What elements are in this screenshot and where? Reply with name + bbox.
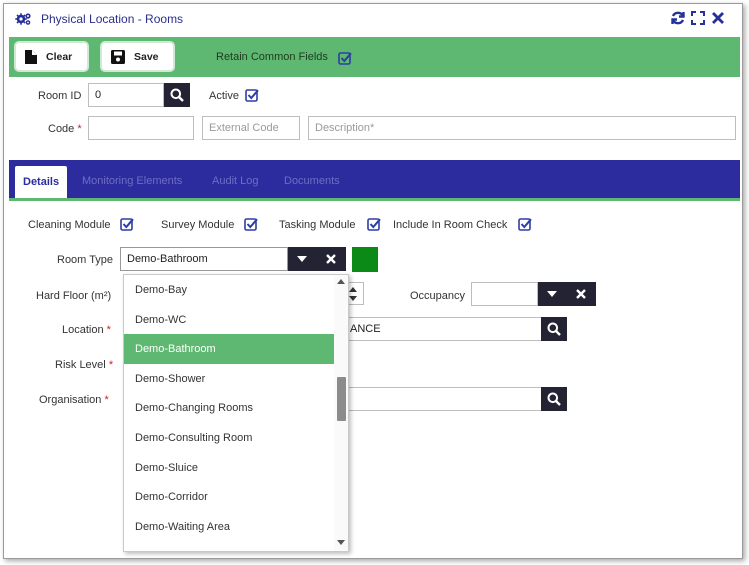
tab-underline: [9, 198, 740, 201]
tasking-module-label: Tasking Module: [279, 219, 356, 231]
scroll-up-arrow-icon: [337, 279, 345, 284]
dropdown-scrollbar-thumb[interactable]: [337, 377, 346, 421]
room-type-label: Room Type: [57, 254, 114, 266]
caret-down-icon[interactable]: [297, 256, 307, 262]
scroll-down-arrow-icon: [337, 540, 345, 545]
clear-label: Clear: [46, 51, 73, 63]
include-room-check-label: Include In Room Check: [393, 219, 508, 231]
organisation-input[interactable]: [344, 387, 542, 411]
external-code-input[interactable]: External Code: [202, 116, 300, 140]
occupancy-controls: [538, 282, 596, 306]
hard-floor-label: Hard Floor (m²): [36, 290, 112, 302]
retain-common-fields-checkbox[interactable]: [338, 51, 352, 65]
window-title: Physical Location - Rooms: [41, 12, 184, 26]
search-icon: [547, 392, 561, 406]
active-checkbox[interactable]: [245, 88, 259, 102]
tasking-module-checkbox[interactable]: [367, 217, 381, 231]
dropdown-option[interactable]: Demo-WC: [124, 305, 334, 335]
toolbar: Clear Save Retain Common Fields: [9, 37, 740, 77]
search-icon: [170, 88, 184, 102]
cleaning-module-label: Cleaning Module: [28, 219, 111, 231]
room-id-search-button[interactable]: [164, 83, 190, 107]
location-search-button[interactable]: [541, 317, 567, 341]
organisation-label: Organisation *: [39, 394, 109, 406]
occupancy-input[interactable]: [471, 282, 538, 306]
room-type-controls: [288, 247, 346, 271]
active-label: Active: [209, 90, 239, 102]
title-bar: Physical Location - Rooms: [4, 4, 742, 34]
close-icon[interactable]: [710, 10, 726, 26]
clear-x-icon[interactable]: [326, 254, 336, 264]
dropdown-option[interactable]: Demo-Sluice: [124, 453, 334, 483]
include-room-check-checkbox[interactable]: [518, 217, 532, 231]
tab-documents[interactable]: Documents: [284, 175, 340, 187]
rooms-window: Physical Location - Rooms Clear Save Ret…: [3, 3, 743, 559]
room-type-color-swatch[interactable]: [352, 247, 378, 272]
occupancy-label: Occupancy: [410, 290, 466, 302]
save-label: Save: [134, 51, 159, 63]
survey-module-label: Survey Module: [161, 219, 235, 231]
save-button[interactable]: Save: [100, 41, 175, 72]
tab-bar: Details Monitoring Elements Audit Log Do…: [9, 160, 740, 198]
location-input[interactable]: ANCE: [344, 317, 542, 341]
code-label: Code *: [48, 123, 82, 135]
clear-button[interactable]: Clear: [14, 41, 89, 72]
dropdown-option[interactable]: Demo-Changing Rooms: [124, 393, 334, 423]
caret-down-icon[interactable]: [547, 291, 557, 297]
code-input[interactable]: [88, 116, 194, 140]
dropdown-option[interactable]: Demo-Bay: [124, 275, 334, 305]
clear-x-icon[interactable]: [576, 289, 586, 299]
file-icon: [25, 50, 37, 64]
search-icon: [547, 322, 561, 336]
spinner-arrows-icon: [349, 287, 357, 301]
description-input[interactable]: Description*: [308, 116, 736, 140]
save-icon: [111, 50, 125, 64]
dropdown-option[interactable]: Demo-Waiting Area: [124, 512, 334, 542]
fullscreen-icon[interactable]: [690, 10, 706, 26]
gears-icon: [15, 12, 31, 26]
room-id-input[interactable]: 0: [88, 83, 164, 107]
dropdown-scrollbar[interactable]: [334, 275, 348, 551]
dropdown-option[interactable]: Demo-Corridor: [124, 482, 334, 512]
cleaning-module-checkbox[interactable]: [120, 217, 134, 231]
retain-common-fields-label: Retain Common Fields: [216, 51, 328, 63]
room-type-input[interactable]: Demo-Bathroom: [120, 247, 288, 271]
survey-module-checkbox[interactable]: [244, 217, 258, 231]
tab-monitoring-elements[interactable]: Monitoring Elements: [82, 175, 182, 187]
organisation-search-button[interactable]: [541, 387, 567, 411]
dropdown-option[interactable]: Demo-Consulting Room: [124, 423, 334, 453]
room-type-dropdown: Demo-Bay Demo-WC Demo-Bathroom Demo-Show…: [123, 274, 349, 552]
location-label: Location *: [62, 324, 111, 336]
room-id-label: Room ID: [38, 90, 82, 102]
tab-details[interactable]: Details: [15, 166, 67, 198]
risk-level-label: Risk Level *: [55, 359, 114, 371]
dropdown-option[interactable]: Demo-Shower: [124, 364, 334, 394]
refresh-icon[interactable]: [670, 10, 686, 26]
dropdown-option-selected[interactable]: Demo-Bathroom: [124, 334, 334, 364]
tab-audit-log[interactable]: Audit Log: [212, 175, 258, 187]
